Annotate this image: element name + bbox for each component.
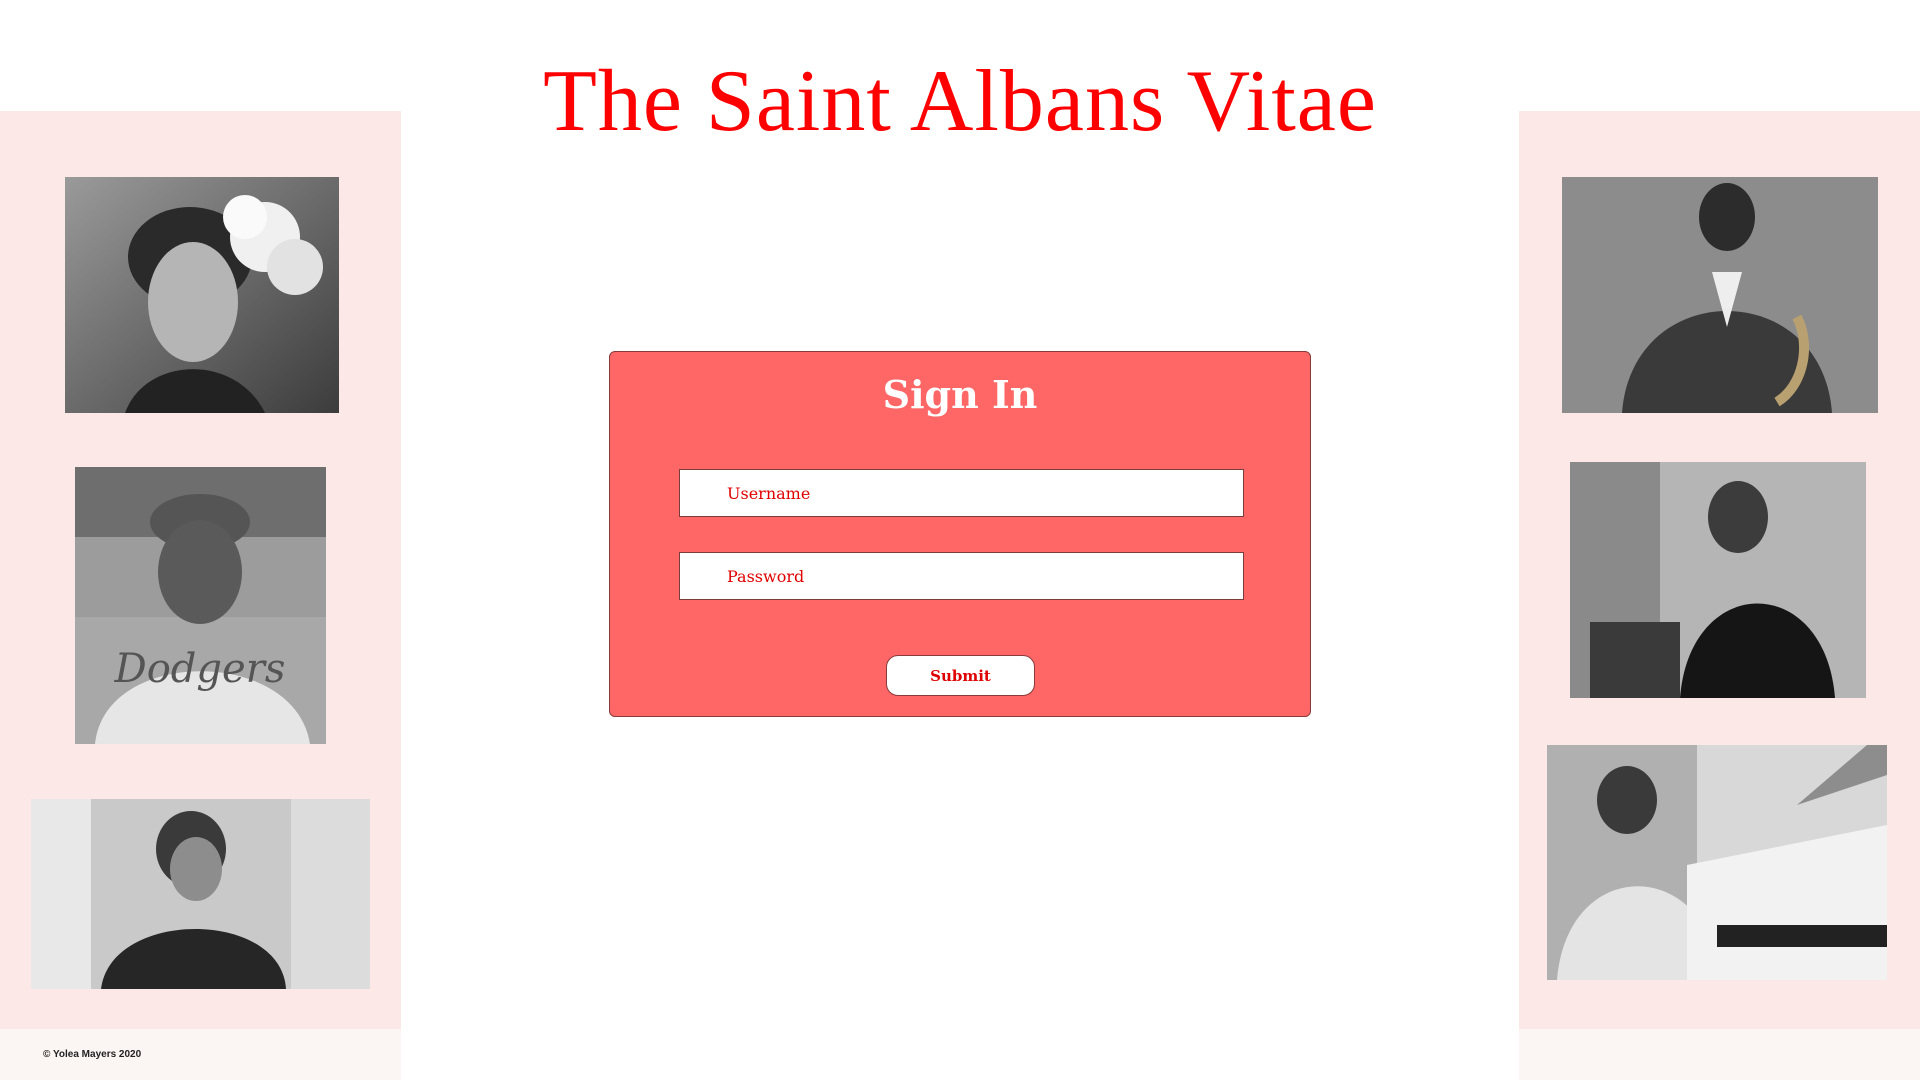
page: The Saint Albans Vitae © Yolea Mayers 20… (0, 0, 1920, 1080)
portrait-photo-baseball-player: Dodgers (75, 467, 326, 744)
portrait-photo-woman-pinstripe (31, 799, 370, 989)
portrait-photo-woman-with-flower (65, 177, 339, 413)
submit-button[interactable]: Submit (886, 655, 1035, 696)
svg-text:Dodgers: Dodgers (114, 646, 286, 692)
portrait-photo-pianist (1547, 745, 1887, 980)
portrait-photo-saxophonist (1562, 177, 1878, 413)
signin-form: Sign In Submit (609, 351, 1311, 717)
signin-title: Sign In (882, 372, 1038, 417)
copyright-text: © Yolea Mayers 2020 (43, 1049, 142, 1060)
portrait-photo-singer-hallway (1570, 462, 1866, 698)
username-input[interactable] (679, 469, 1244, 517)
footer-right (1519, 1029, 1920, 1080)
password-input[interactable] (679, 552, 1244, 600)
